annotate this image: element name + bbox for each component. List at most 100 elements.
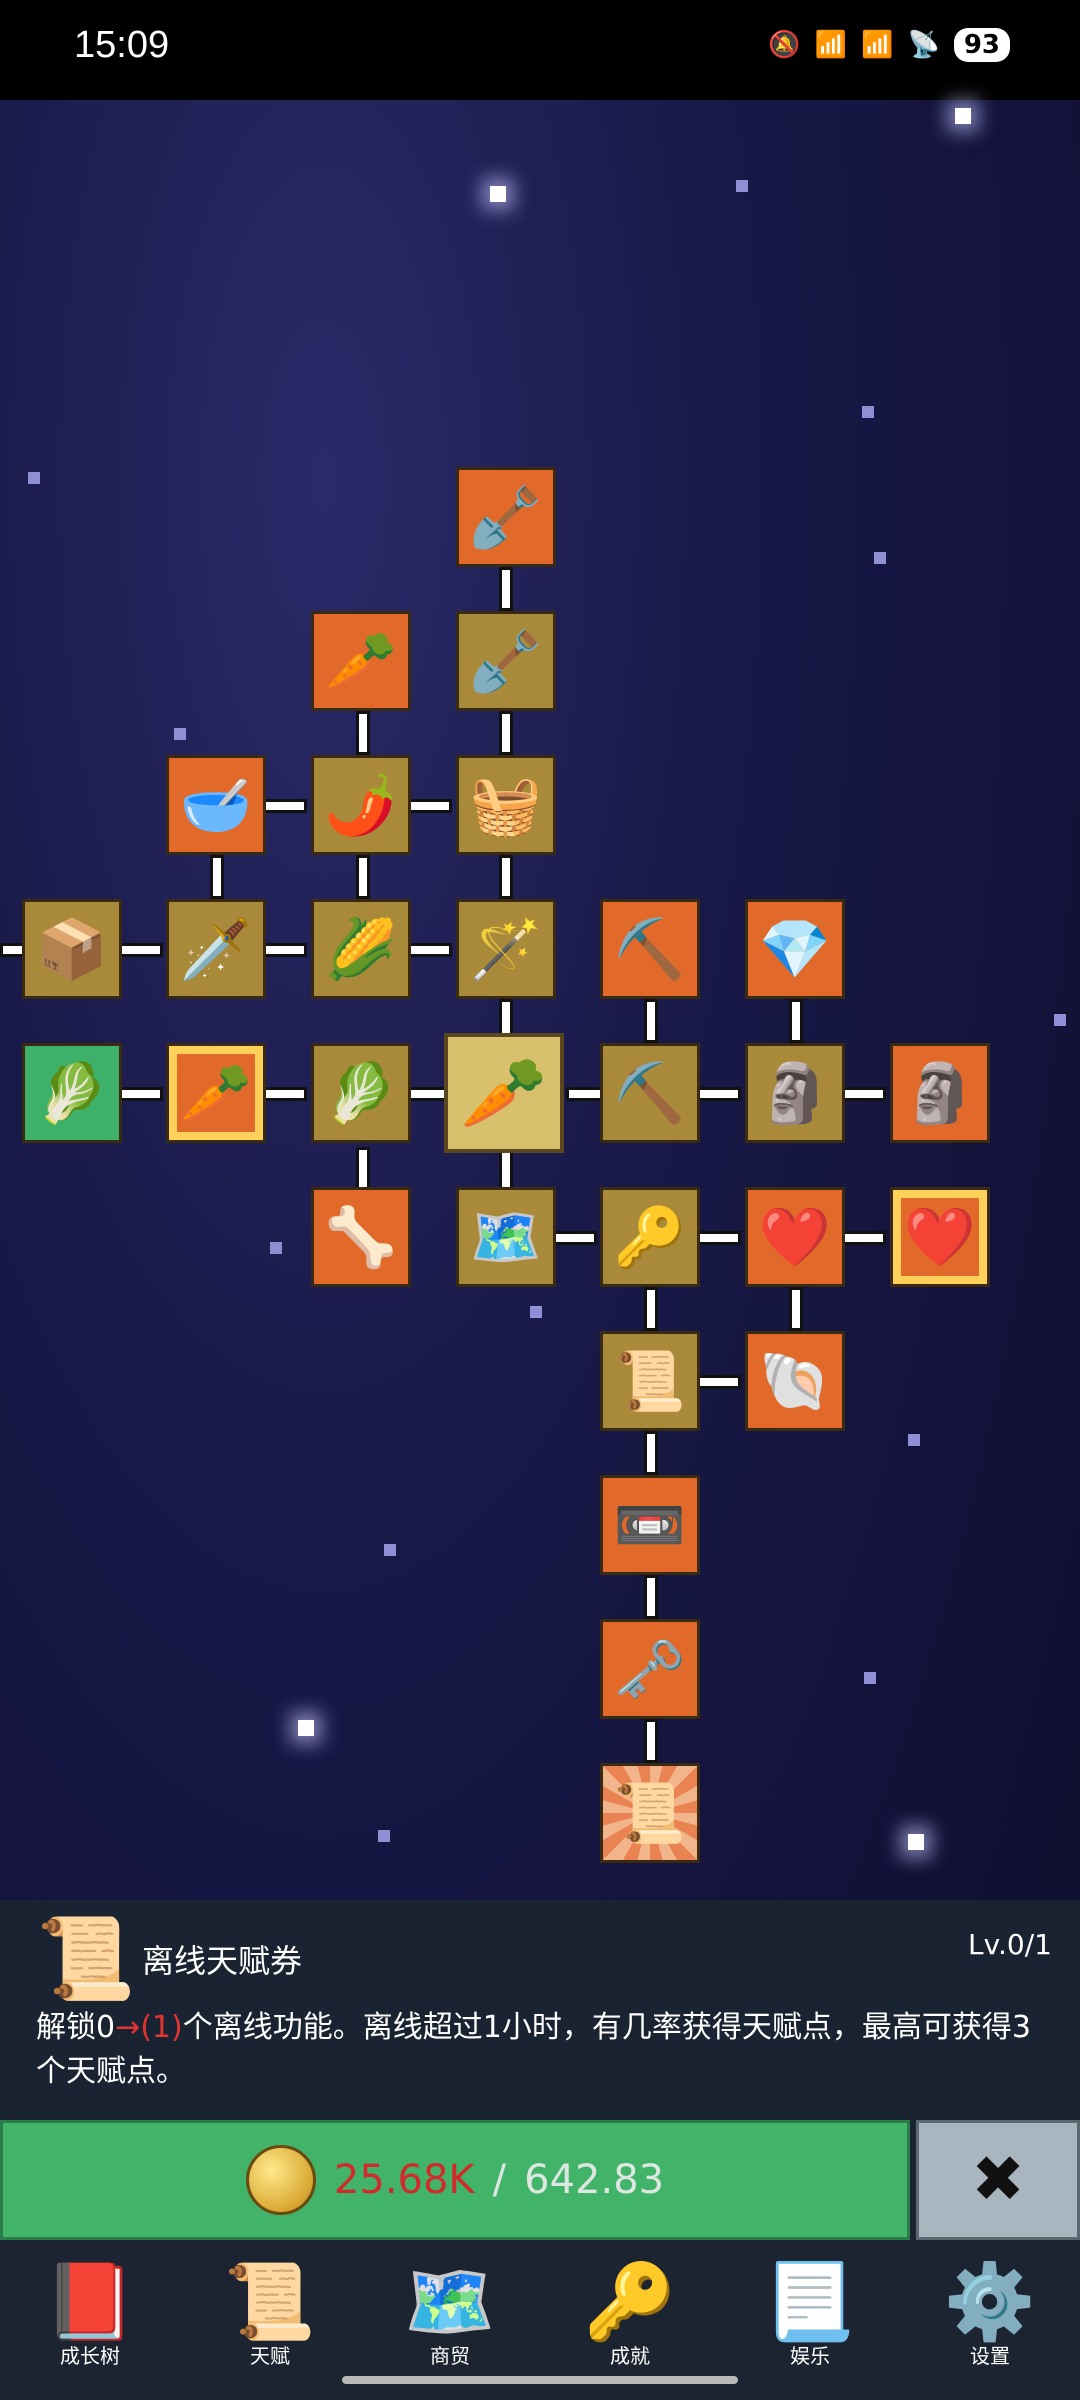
cassette-icon: 📼 [613,1490,687,1559]
wifi-icon: 📡 [907,30,940,60]
status-bar: 15:09 🔕 📶 📶 📡 93 [0,0,1080,100]
tree-link [356,1147,370,1191]
carrot-icon: 🥕 [460,1051,548,1134]
tree-link [356,855,370,899]
tree-link [210,855,224,899]
skill-node-sword[interactable]: 🗡️ [166,899,266,999]
skill-node-shovel-upgrade-2[interactable]: 🪏 [456,467,556,567]
ticket-icon: 📜 [613,1778,687,1847]
tree-link [408,799,452,813]
map-icon: 🗺️ [403,2259,497,2345]
tree-link [553,1231,597,1245]
scroll-icon: 📜 [223,2259,317,2345]
skill-node-gold-key[interactable]: 🔑 [600,1187,700,1287]
nav-label: 商贸 [430,2344,470,2368]
statue-icon: 🗿 [758,1058,832,1127]
desc-prefix: 解锁0 [36,2010,116,2045]
tree-link [263,799,307,813]
star [862,406,874,418]
skill-node-cabbage[interactable]: 🥬 [311,1043,411,1143]
skill-node-fossil[interactable]: 🐚 [745,1331,845,1431]
skill-node-chili[interactable]: 🌶️ [311,755,411,855]
skill-node-shovel-upgrade-1[interactable]: 🪏 [456,611,556,711]
nav-talent[interactable]: 📜 天赋 [195,2240,345,2369]
skill-node-wand[interactable]: 🪄 [456,899,556,999]
nav-growth-tree[interactable]: 📕 成长树 [15,2240,165,2369]
tree-link [119,1087,163,1101]
nav-entertainment[interactable]: 📃 娱乐 [735,2240,885,2369]
upgrade-cost: 642.83 [524,2157,665,2203]
cabbage-icon: 🥬 [324,1058,398,1127]
tree-link [842,1087,886,1101]
skill-node-radish[interactable]: 🥕 [311,611,411,711]
skill-node-carrot-upgrade[interactable]: 🥕 [166,1043,266,1143]
heart-icon: ❤️ [758,1202,832,1271]
nav-trade[interactable]: 🗺️ 商贸 [375,2240,525,2369]
skill-node-crystal[interactable]: 💎 [745,899,845,999]
star [1054,1014,1066,1026]
tree-link [119,943,163,957]
pickaxe-icon: ⛏️ [613,1058,687,1127]
skill-node-bone[interactable]: 🦴 [311,1187,411,1287]
tree-link [697,1087,741,1101]
tree-link [644,999,658,1043]
bone-icon: 🦴 [324,1202,398,1271]
key-icon: 🔑 [613,1202,687,1271]
skill-node-corn[interactable]: 🌽 [311,899,411,999]
wand-icon: 🪄 [469,914,543,983]
skill-node-bowl[interactable]: 🥣 [166,755,266,855]
star [955,108,971,124]
skill-node-cassette[interactable]: 📼 [600,1475,700,1575]
star [736,180,748,192]
skill-node-pickaxe-upgrade[interactable]: ⛏️ [600,899,700,999]
star [384,1544,396,1556]
skill-node-scroll[interactable]: 📜 [600,1331,700,1431]
nav-label: 娱乐 [790,2344,830,2368]
signal-4g-icon: 📶 [814,30,848,60]
heart-icon: ❤️ [903,1202,977,1271]
statue-icon: 🗿 [903,1058,977,1127]
crystal-icon: 💎 [758,914,832,983]
upgrade-button[interactable]: 25.68K / 642.83 [0,2120,910,2240]
tree-link [499,1147,513,1191]
nav-label: 设置 [970,2344,1010,2368]
nav-settings[interactable]: ⚙️ 设置 [915,2240,1065,2369]
status-icons: 🔕 📶 📶 📡 93 [768,28,1010,62]
talent-description: 解锁0→(1)个离线功能。离线超过1小时，有几率获得天赋点，最高可获得3个天赋点… [36,2006,1046,2094]
skill-node-crate[interactable]: 📦 [22,899,122,999]
scroll-icon: 📜 [613,1346,687,1415]
skill-tree-canvas[interactable]: 🪏 🥕 🪏 🥣 🌶️ 🧺 📦 🗡️ 🌽 🪄 ⛏️ 💎 🥬 🥕 🥬 🥕 ⛏️ 🗿 … [0,100,1080,1900]
gear-icon: ⚙️ [943,2259,1037,2345]
desc-suffix: 个离线功能。离线超过1小时，有几率获得天赋点，最高可获得3个天赋点。 [36,2010,1031,2089]
tree-link [263,1087,307,1101]
skill-node-pickaxe[interactable]: ⛏️ [600,1043,700,1143]
fossil-icon: 🐚 [758,1346,832,1415]
skill-node-statue-upgrade[interactable]: 🗿 [890,1043,990,1143]
tree-link [789,999,803,1043]
carrot-icon: 🥕 [179,1058,253,1127]
skill-node-carrot-root[interactable]: 🥕 [444,1033,564,1153]
skill-node-offline-ticket[interactable]: 📜 [600,1763,700,1863]
skill-node-cabbage-upgrade[interactable]: 🥬 [22,1043,122,1143]
signal-4g-icon: 📶 [861,30,894,60]
desc-upgrade-value: →(1) [115,2010,183,2045]
nav-achievements[interactable]: 🔑 成就 [555,2240,705,2369]
tree-link [499,855,513,899]
skill-node-statue[interactable]: 🗿 [745,1043,845,1143]
bowl-icon: 🥣 [179,770,253,839]
key-icon: 🔑 [583,2259,677,2345]
skill-node-map[interactable]: 🗺️ [456,1187,556,1287]
skill-node-hay-bale[interactable]: 🧺 [456,755,556,855]
star [530,1306,542,1318]
tree-link [356,711,370,755]
skill-node-heart-gold[interactable]: ❤️ [890,1187,990,1287]
skill-node-heart-upgrade[interactable]: ❤️ [745,1187,845,1287]
skill-node-iron-key[interactable]: 🗝️ [600,1619,700,1719]
crate-icon: 📦 [35,914,109,983]
home-indicator[interactable] [342,2376,738,2384]
star [864,1672,876,1684]
tree-link [644,1719,658,1763]
close-button[interactable]: ✖ [916,2120,1080,2240]
map-icon: 🗺️ [469,1202,543,1271]
book-icon: 📕 [43,2259,137,2345]
